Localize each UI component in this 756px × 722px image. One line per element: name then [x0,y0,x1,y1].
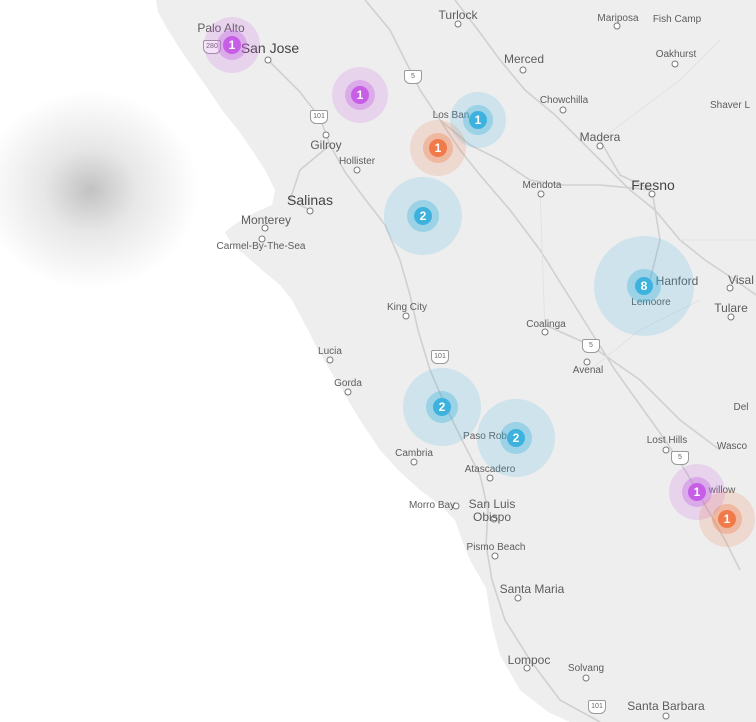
cluster-marker-gilroy-north[interactable]: 1 [332,67,388,123]
cluster-count: 1 [469,111,487,129]
interstate-5-south-shield: 5 [671,451,689,465]
label-tulare: Tulare [714,301,748,315]
chowchilla-dot [559,106,567,114]
cluster-marker-bakersfield-west[interactable]: 1 [699,491,755,547]
label-fish-camp: Fish Camp [652,14,702,25]
cluster-count: 1 [688,483,706,501]
label-lucia: Lucia [318,346,342,357]
cluster-marker-cambria-east[interactable]: 2 [403,368,481,446]
label-mariposa: Mariposa [597,13,639,24]
label-cambria: Cambria [395,448,433,459]
pismo-beach-dot [491,552,499,560]
label-oakhurst: Oakhurst [655,49,697,60]
label-madera: Madera [579,130,621,144]
label-hollister: Hollister [338,156,376,167]
cluster-count: 2 [433,398,451,416]
interstate-5-north-shield: 5 [404,70,422,84]
cluster-marker-hanford[interactable]: 8 [594,236,694,336]
cluster-marker-palo-alto[interactable]: 1 [204,17,260,73]
cluster-count: 8 [635,277,653,295]
san-jose-dot [264,56,272,64]
mendota-dot [537,190,545,198]
solvang-dot [582,674,590,682]
lucia-dot [326,356,334,364]
map-view[interactable]: 280 5 101 101 5 5 101 Palo Alto San Jose… [0,0,756,722]
label-chowchilla: Chowchilla [539,95,589,106]
label-santa-maria: Santa Maria [499,582,565,596]
label-monterey: Monterey [240,213,292,227]
cluster-marker-paso-robles[interactable]: 2 [477,399,555,477]
label-morro-bay: Morro Bay [408,500,456,511]
label-mendota: Mendota [522,180,562,191]
label-avenal: Avenal [572,365,604,376]
cambria-dot [410,458,418,466]
hollister-dot [353,166,361,174]
label-gorda: Gorda [334,378,362,389]
label-wasco: Wasco [716,441,748,452]
highway-101-mid-shield: 101 [431,350,449,364]
highway-101-north-shield: 101 [310,110,328,124]
cluster-marker-panoche[interactable]: 2 [384,177,462,255]
label-santa-barbara: Santa Barbara [627,699,705,713]
label-san-luis-obispo-1: San Luis [468,497,516,511]
label-solvang: Solvang [567,663,605,674]
salinas-dot [306,207,314,215]
label-pismo-beach: Pismo Beach [466,542,526,553]
label-lost-hills: Lost Hills [646,435,688,446]
label-turlock: Turlock [438,8,478,22]
label-coalinga: Coalinga [526,319,566,330]
label-gilroy: Gilroy [310,138,342,152]
santa-barbara-dot [662,712,670,720]
cluster-count: 1 [429,139,447,157]
king-city-dot [402,312,410,320]
cluster-count: 2 [414,207,432,225]
cluster-count: 2 [507,429,525,447]
gorda-dot [344,388,352,396]
label-merced: Merced [503,52,545,66]
cluster-marker-los-banos-south[interactable]: 1 [410,120,466,176]
merced-dot [519,66,527,74]
label-shaver-lake: Shaver L [709,100,751,111]
label-san-luis-obispo-2: Obispo [472,510,512,524]
lost-hills-dot [662,446,670,454]
cluster-count: 1 [351,86,369,104]
label-carmel: Carmel-By-The-Sea [216,241,306,252]
interstate-5-mid-shield: 5 [582,339,600,353]
label-king-city: King City [386,302,428,313]
label-salinas: Salinas [287,192,333,208]
cluster-count: 1 [223,36,241,54]
highway-101-south-shield: 101 [588,700,606,714]
label-lompoc: Lompoc [507,653,551,667]
label-delano: Del [733,402,749,413]
label-visalia: Visal [728,273,754,287]
oakhurst-dot [671,60,679,68]
cluster-count: 1 [718,510,736,528]
atascadero-dot [486,474,494,482]
label-fresno: Fresno [631,177,675,193]
